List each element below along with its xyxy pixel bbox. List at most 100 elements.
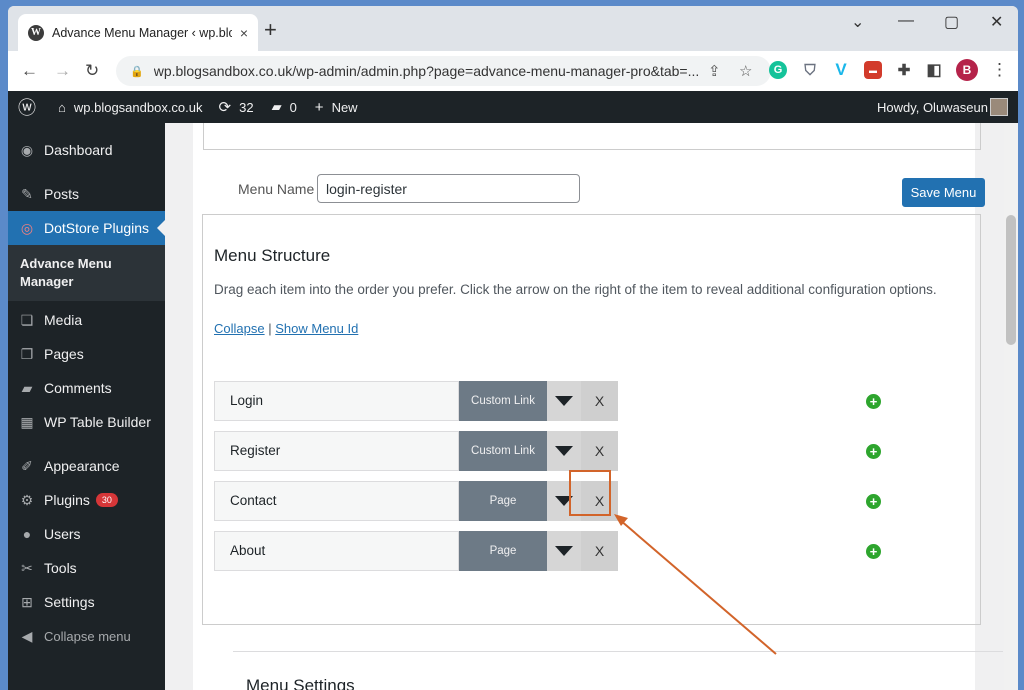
menu-item-type: Page — [459, 531, 547, 571]
browser-toolbar: ← → ↻ 🔒 wp.blogsandbox.co.uk/wp-admin/ad… — [8, 51, 1018, 91]
scrollbar-thumb[interactable] — [1006, 215, 1016, 345]
section-divider — [233, 651, 1003, 652]
menu-name-input[interactable] — [317, 174, 580, 203]
sidebar-item-comments[interactable]: ▰ Comments — [8, 371, 165, 405]
sidebar-item-settings[interactable]: ⊞ Settings — [8, 585, 165, 619]
menu-item-row[interactable]: Login Custom Link X — [214, 381, 618, 421]
wp-logo-icon[interactable]: ⓦ — [18, 94, 36, 120]
tab-title: Advance Menu Manager ‹ wp.blo — [52, 25, 232, 40]
sidebar-item-appearance[interactable]: ✐ Appearance — [8, 449, 165, 483]
plus-icon: + — [314, 98, 324, 116]
menu-item-type: Custom Link — [459, 381, 547, 421]
table-icon: ▦ — [20, 413, 34, 430]
delete-item-button[interactable]: X — [581, 431, 618, 471]
menu-item-row[interactable]: Contact Page X — [214, 481, 618, 521]
collapse-icon: ◀ — [21, 627, 33, 644]
shield-icon[interactable]: ⛉ — [801, 61, 819, 79]
minimize-icon[interactable]: — — [898, 12, 914, 30]
menu-structure-description: Drag each item into the order you prefer… — [214, 282, 937, 297]
sidebar-item-dotstore-plugins[interactable]: ◎ DotStore Plugins — [8, 211, 165, 245]
link-separator: | — [268, 321, 272, 336]
sidebar-item-pages[interactable]: ❐ Pages — [8, 337, 165, 371]
site-link[interactable]: ⌂ wp.blogsandbox.co.uk — [58, 100, 203, 115]
pages-icon: ❐ — [20, 345, 34, 362]
menu-item-name[interactable]: About — [214, 531, 459, 571]
grammarly-icon[interactable]: G — [769, 61, 787, 79]
share-icon[interactable]: ⇪ — [708, 62, 721, 80]
sidebar-collapse-menu[interactable]: ◀ Collapse menu — [8, 619, 165, 653]
comments-icon: ▰ — [21, 379, 33, 396]
comments-count: 0 — [289, 99, 297, 115]
profile-avatar[interactable]: B — [956, 59, 978, 81]
sidebar-item-posts[interactable]: ✎ Posts — [8, 177, 165, 211]
howdy-user[interactable]: Howdy, Oluwaseun — [877, 100, 988, 115]
sidebar-item-users[interactable]: ● Users — [8, 517, 165, 551]
add-child-plus-icon[interactable]: + — [866, 544, 881, 559]
save-menu-button[interactable]: Save Menu — [902, 178, 985, 207]
menu-item-row[interactable]: Register Custom Link X — [214, 431, 618, 471]
plugins-icon: ⚙ — [20, 491, 34, 508]
structure-links: Collapse | Show Menu Id — [214, 321, 358, 336]
forward-icon[interactable]: → — [54, 61, 71, 81]
recorder-icon[interactable]: ▬ — [864, 61, 882, 79]
updates-link[interactable]: ⟳ 32 — [219, 98, 254, 116]
sidebar-item-label: Plugins — [44, 492, 90, 508]
sidebar-item-plugins[interactable]: ⚙ Plugins 30 — [8, 483, 165, 517]
add-child-plus-icon[interactable]: + — [866, 394, 881, 409]
reload-icon[interactable]: ↻ — [85, 61, 99, 81]
close-window-icon[interactable]: ✕ — [990, 12, 1003, 32]
kebab-menu-icon[interactable]: ⋮ — [991, 60, 1008, 80]
vimeo-icon[interactable]: V — [832, 60, 850, 79]
tab-search-icon[interactable]: ⌄ — [851, 12, 864, 32]
sidebar-item-wp-table-builder[interactable]: ▦ WP Table Builder — [8, 405, 165, 439]
show-menu-id-link[interactable]: Show Menu Id — [275, 321, 358, 336]
expand-arrow-icon[interactable] — [547, 531, 581, 571]
maximize-icon[interactable]: ▢ — [944, 12, 959, 32]
sidebar-item-tools[interactable]: ✂ Tools — [8, 551, 165, 585]
new-content-link[interactable]: + New — [315, 99, 358, 116]
expand-arrow-icon[interactable] — [547, 381, 581, 421]
menu-item-type: Page — [459, 481, 547, 521]
tab-close-icon[interactable]: × — [240, 25, 248, 41]
back-icon[interactable]: ← — [21, 61, 38, 81]
browser-tab[interactable]: W Advance Menu Manager ‹ wp.blo × — [18, 14, 258, 51]
sidebar-item-label: Media — [44, 312, 83, 328]
wordpress-icon: W — [28, 24, 44, 41]
menu-item-name[interactable]: Contact — [214, 481, 459, 521]
sidebar-item-dashboard[interactable]: ◉ Dashboard — [8, 133, 165, 167]
sidebar-item-label: DotStore Plugins — [44, 220, 150, 236]
comment-icon: ▰ — [271, 99, 282, 114]
browser-window: W Advance Menu Manager ‹ wp.blo × + ⌄ — … — [8, 6, 1018, 690]
sidebar-item-label: Pages — [44, 346, 84, 362]
url-text[interactable]: wp.blogsandbox.co.uk/wp-admin/admin.php?… — [154, 63, 714, 79]
delete-item-button[interactable]: X — [581, 381, 618, 421]
menu-item-name[interactable]: Register — [214, 431, 459, 471]
add-child-plus-icon[interactable]: + — [866, 494, 881, 509]
menu-item-type: Custom Link — [459, 431, 547, 471]
add-child-plus-icon[interactable]: + — [866, 444, 881, 459]
sidebar-item-label: Dashboard — [44, 142, 113, 158]
sidebar-subitem-advance-menu-manager[interactable]: Advance Menu Manager — [8, 245, 165, 301]
collapse-link[interactable]: Collapse — [214, 321, 265, 336]
sidebar-item-media[interactable]: ❏ Media — [8, 303, 165, 337]
puzzle-icon[interactable]: ✚ — [895, 61, 913, 79]
bookmark-star-icon[interactable]: ☆ — [739, 62, 752, 80]
delete-item-button[interactable]: X — [581, 531, 618, 571]
sidebar-item-label: Appearance — [44, 458, 120, 474]
user-avatar[interactable] — [990, 98, 1008, 116]
plugins-update-badge: 30 — [95, 493, 118, 507]
address-bar[interactable]: 🔒 wp.blogsandbox.co.uk/wp-admin/admin.ph… — [116, 56, 771, 86]
users-icon: ● — [22, 526, 32, 542]
menu-item-name[interactable]: Login — [214, 381, 459, 421]
new-tab-button[interactable]: + — [264, 19, 277, 41]
home-icon: ⌂ — [58, 99, 66, 115]
expand-arrow-icon[interactable] — [547, 431, 581, 471]
comments-link[interactable]: ▰ 0 — [272, 99, 297, 115]
menu-item-row[interactable]: About Page X — [214, 531, 618, 571]
updates-count: 32 — [239, 99, 254, 115]
dashboard-icon: ◉ — [20, 141, 34, 158]
menu-structure-title: Menu Structure — [214, 246, 331, 265]
sidepanel-icon[interactable]: ◧ — [925, 61, 943, 79]
page-scrollbar[interactable] — [1004, 123, 1018, 690]
pin-icon: ✎ — [21, 185, 33, 202]
